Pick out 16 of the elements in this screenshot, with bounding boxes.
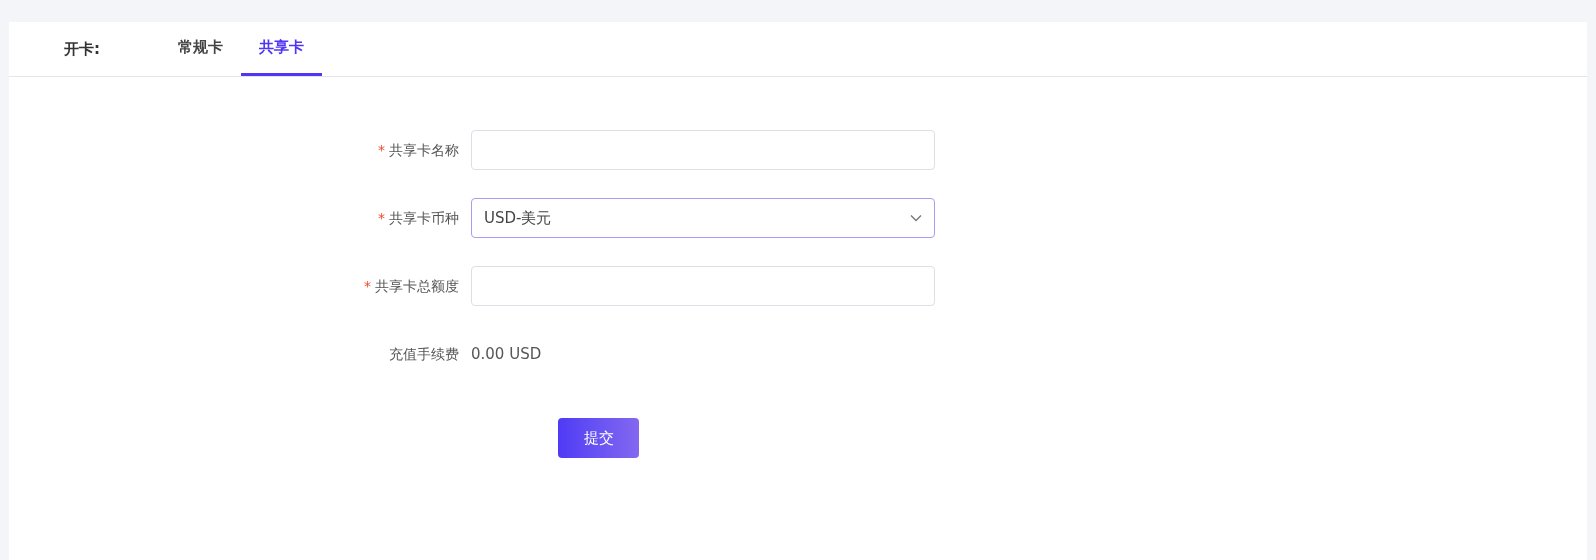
tabs-label: 开卡: — [64, 39, 100, 60]
field-label: 共享卡币种 — [389, 208, 459, 228]
text-input[interactable] — [471, 130, 935, 170]
required-mark: * — [378, 140, 385, 160]
tab[interactable]: 常规卡 — [160, 22, 241, 76]
required-mark: * — [378, 208, 385, 228]
fee-value: 0.00 USD — [471, 343, 542, 365]
chevron-down-icon — [910, 214, 922, 222]
submit-button[interactable]: 提交 — [558, 418, 639, 458]
field-label: 共享卡总额度 — [375, 276, 459, 296]
field-label: 充值手续费 — [389, 344, 459, 364]
field-label: 共享卡名称 — [389, 140, 459, 160]
text-input[interactable] — [471, 266, 935, 306]
currency-select[interactable]: USD-美元 — [471, 198, 935, 238]
required-mark: * — [364, 276, 371, 296]
tab[interactable]: 共享卡 — [241, 22, 322, 76]
